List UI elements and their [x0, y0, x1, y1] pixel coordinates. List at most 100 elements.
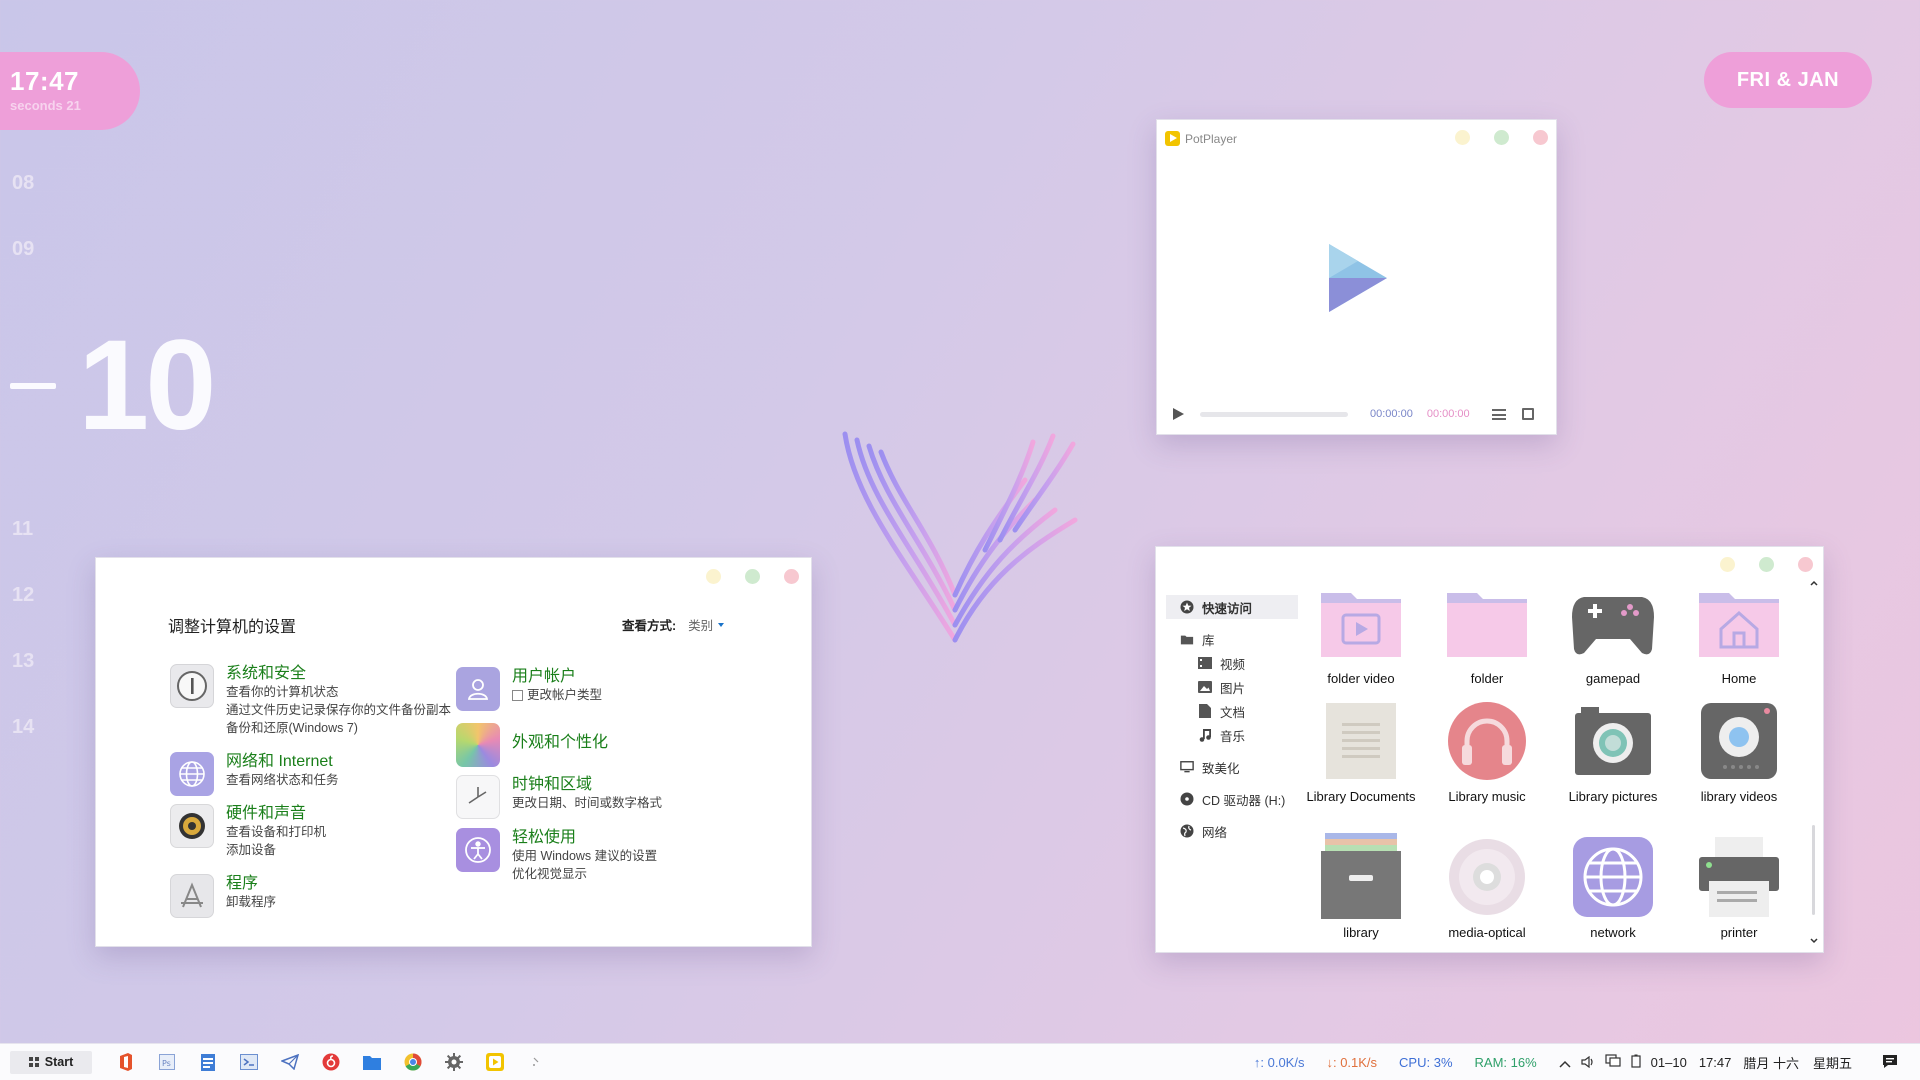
list-item[interactable]: folder video: [1302, 583, 1420, 686]
cp-link[interactable]: 查看网络状态和任务: [226, 771, 339, 789]
minimize-button[interactable]: [1455, 130, 1470, 145]
cp-category-title[interactable]: 外观和个性化: [512, 733, 608, 752]
maximize-button[interactable]: [1494, 130, 1509, 145]
sidebar-item-pictures[interactable]: 图片: [1166, 675, 1298, 699]
list-item[interactable]: library: [1302, 833, 1420, 940]
sidebar-item-documents[interactable]: 文档: [1166, 699, 1298, 723]
cp-category-title[interactable]: 系统和安全: [226, 664, 451, 683]
play-icon[interactable]: [1173, 408, 1184, 420]
sidebar-item-quick-access[interactable]: 快速访问: [1166, 595, 1298, 619]
cp-link[interactable]: 通过文件历史记录保存你的文件备份副本: [226, 701, 451, 719]
fullscreen-icon[interactable]: [1521, 408, 1534, 420]
telegram-icon[interactable]: [280, 1053, 299, 1072]
folder-icon: [1442, 583, 1532, 663]
scrollbar[interactable]: [1809, 577, 1819, 947]
list-item[interactable]: printer: [1680, 837, 1798, 940]
library-pictures-icon: [1568, 701, 1658, 781]
cp-category-title[interactable]: 硬件和声音: [226, 804, 326, 823]
net-download-speed: ↓: 0.1K/s: [1326, 1055, 1378, 1070]
big-play-icon[interactable]: [1325, 240, 1391, 316]
chrome-icon[interactable]: [403, 1053, 422, 1072]
network-globe-icon: [1180, 824, 1194, 838]
network-monitor-icon[interactable]: [1605, 1054, 1621, 1071]
scrollbar-thumb[interactable]: [1812, 825, 1815, 915]
cp-link[interactable]: 查看你的计算机状态: [226, 683, 451, 701]
cp-category-clock-region: 时钟和区域 更改日期、时间或数字格式: [456, 775, 662, 819]
cd-drive-icon: [1180, 792, 1194, 806]
tray-date[interactable]: 01–10: [1651, 1055, 1687, 1070]
cp-category-system-security: 系统和安全 查看你的计算机状态 通过文件历史记录保存你的文件备份副本 备份和还原…: [170, 664, 451, 737]
sidebar-item-cd-drive[interactable]: CD 驱动器 (H:): [1166, 787, 1298, 811]
appearance-icon: [456, 723, 500, 767]
cp-link[interactable]: 更改帐户类型: [512, 686, 602, 704]
cp-link[interactable]: 优化视觉显示: [512, 865, 657, 883]
cp-link[interactable]: 备份和还原(Windows 7): [226, 719, 451, 737]
office-icon[interactable]: [116, 1053, 135, 1072]
sidebar-item-network[interactable]: 网络: [1166, 819, 1298, 843]
list-item[interactable]: gamepad: [1554, 583, 1672, 686]
cp-category-title[interactable]: 网络和 Internet: [226, 752, 339, 771]
notepad-icon[interactable]: [198, 1053, 217, 1072]
list-item[interactable]: Library Documents: [1302, 701, 1420, 804]
file-explorer-window[interactable]: 快速访问 库 视频 图片 文档 音乐 致美化 CD 驱动器 (H:) 网络 fo…: [1155, 546, 1824, 953]
start-button[interactable]: Start: [10, 1050, 92, 1074]
sidebar-item-desktop[interactable]: 致美化: [1166, 755, 1298, 779]
cp-category-title[interactable]: 轻松使用: [512, 828, 657, 847]
close-button[interactable]: [784, 569, 799, 584]
folder-icon[interactable]: [362, 1053, 381, 1072]
gear-icon[interactable]: [444, 1053, 463, 1072]
list-item[interactable]: Library pictures: [1554, 701, 1672, 804]
chevron-up-icon[interactable]: [1559, 1055, 1571, 1071]
battery-icon[interactable]: [1631, 1054, 1641, 1071]
explorer-sidebar: 快速访问 库 视频 图片 文档 音乐 致美化 CD 驱动器 (H:) 网络: [1166, 595, 1298, 843]
photoshop-icon[interactable]: Ps: [157, 1053, 176, 1072]
cp-link[interactable]: 添加设备: [226, 841, 326, 859]
clock-seconds: seconds 21: [10, 98, 81, 113]
minimize-button[interactable]: [1720, 557, 1735, 572]
control-panel-window[interactable]: 调整计算机的设置 查看方式: 类别 系统和安全 查看你的计算机状态 通过文件历史…: [95, 557, 812, 947]
sidebar-item-library[interactable]: 库: [1166, 627, 1298, 651]
list-item[interactable]: folder: [1428, 583, 1546, 686]
tray-time[interactable]: 17:47: [1699, 1055, 1732, 1070]
minimize-button[interactable]: [706, 569, 721, 584]
list-item[interactable]: network: [1554, 837, 1672, 940]
list-item[interactable]: Home: [1680, 583, 1798, 686]
list-item[interactable]: media-optical: [1428, 837, 1546, 940]
cp-category-title[interactable]: 时钟和区域: [512, 775, 662, 794]
notification-icon[interactable]: [1882, 1054, 1898, 1072]
sidebar-item-music[interactable]: 音乐: [1166, 723, 1298, 747]
list-item[interactable]: Library music: [1428, 701, 1546, 804]
cp-link[interactable]: 更改日期、时间或数字格式: [512, 794, 662, 812]
list-item[interactable]: library videos: [1680, 701, 1798, 804]
cp-category-title[interactable]: 程序: [226, 874, 276, 893]
terminal-icon[interactable]: [239, 1053, 258, 1072]
seek-bar[interactable]: [1200, 411, 1348, 417]
potplayer-taskbar-icon[interactable]: [485, 1053, 504, 1072]
maximize-button[interactable]: [745, 569, 760, 584]
volume-icon[interactable]: [1581, 1055, 1595, 1071]
maximize-button[interactable]: [1759, 557, 1774, 572]
day-item: 13: [12, 650, 35, 672]
cp-link[interactable]: 查看设备和打印机: [226, 823, 326, 841]
video-icon: [1198, 657, 1212, 670]
cp-link[interactable]: 使用 Windows 建议的设置: [512, 847, 657, 865]
close-button[interactable]: [1798, 557, 1813, 572]
system-tray: ↑: 0.0K/s ↓: 0.1K/s CPU: 3% RAM: 16% 01–…: [1254, 1044, 1920, 1080]
potplayer-window[interactable]: PotPlayer 00:00:00 00:00:00: [1156, 119, 1557, 435]
cp-category-user-accounts: 用户帐户 更改帐户类型: [456, 667, 602, 711]
window-controls: [1720, 557, 1813, 572]
sidebar-item-videos[interactable]: 视频: [1166, 651, 1298, 675]
cp-link[interactable]: 卸载程序: [226, 893, 276, 911]
netease-music-icon[interactable]: [321, 1053, 340, 1072]
close-button[interactable]: [1533, 130, 1548, 145]
current-time: 00:00:00: [1370, 408, 1413, 420]
cp-category-title[interactable]: 用户帐户: [512, 667, 602, 686]
playlist-menu-icon[interactable]: [1491, 408, 1506, 420]
view-mode: 查看方式: 类别: [622, 615, 725, 634]
cpu-usage: CPU: 3%: [1399, 1055, 1453, 1070]
view-mode-dropdown[interactable]: 类别: [688, 615, 725, 634]
overflow-icon[interactable]: [526, 1053, 545, 1072]
taskbar-apps: Ps: [116, 1053, 545, 1072]
gamepad-icon: [1568, 583, 1658, 663]
potplayer-title: PotPlayer: [1185, 131, 1238, 146]
